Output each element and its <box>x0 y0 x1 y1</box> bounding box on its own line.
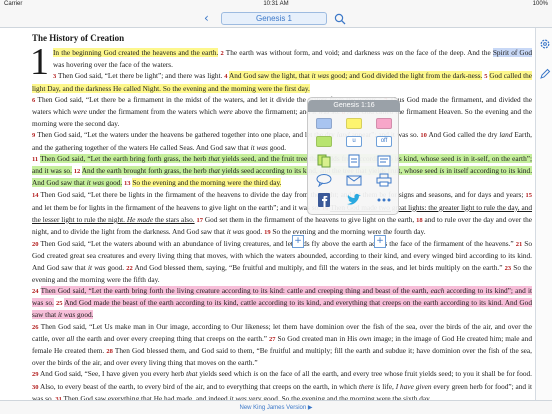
battery-label: 100% <box>532 1 548 7</box>
list-icon[interactable] <box>376 154 392 168</box>
verse-number: 26 <box>32 323 39 331</box>
verse-number: 28 <box>106 348 113 356</box>
copy-icon[interactable] <box>316 154 332 168</box>
verse-4[interactable]: And God saw the light, that it was good;… <box>228 71 483 81</box>
verse-13[interactable]: So the evening and the morning were the … <box>132 178 282 188</box>
chevron-left-icon[interactable]: ‹ <box>204 11 209 25</box>
verse-number: 2 <box>220 50 224 57</box>
speech-bubble-icon[interactable] <box>316 173 332 187</box>
verse-number: 20 <box>32 241 39 249</box>
verse-22[interactable]: And God blessed them, saying, “Be fruitf… <box>134 263 502 272</box>
verse-17[interactable]: God set them in the firmament of the hea… <box>205 215 414 224</box>
popup-title: Genesis 1:16 <box>308 100 400 112</box>
verse-14[interactable]: Then God said, “Let there be lights in t… <box>40 190 523 199</box>
verse-action-popup: Genesis 1:16 u off <box>307 97 400 215</box>
verse-15[interactable]: and let them be for lights in the firmam… <box>32 203 320 212</box>
more-icon[interactable] <box>376 193 392 207</box>
verse-number: 15 <box>525 192 533 200</box>
verse-1[interactable]: In the beginning God created the heavens… <box>53 48 219 57</box>
note-icon[interactable] <box>346 154 362 168</box>
highlight-pink-swatch[interactable] <box>376 118 392 129</box>
clock: 10:31 AM <box>263 1 289 7</box>
verse-number: 13 <box>124 180 131 188</box>
verse-number: 24 <box>32 288 39 296</box>
mail-icon[interactable] <box>346 173 362 187</box>
verse-12[interactable]: And the earth brought forth grass, the h… <box>32 166 533 188</box>
highlight-green-swatch[interactable] <box>316 136 332 147</box>
footer-bar: New King James Version ▶ <box>0 400 552 414</box>
verse-number: 12 <box>73 168 81 176</box>
verse-number: 6 <box>32 96 36 104</box>
verse-number: 30 <box>32 383 39 391</box>
verse-number: 3 <box>53 73 57 81</box>
side-toolbar <box>535 28 552 400</box>
highlight-off-button[interactable]: off <box>376 136 392 147</box>
highlight-blue: Spirit of God <box>492 48 533 57</box>
underline-button[interactable]: u <box>346 136 362 147</box>
verse-number: 11 <box>32 155 39 163</box>
selection-handle-left[interactable]: + <box>292 235 304 248</box>
chapter-text: The History of Creation 1 In the beginni… <box>30 33 533 405</box>
section-heading: The History of Creation <box>32 33 125 43</box>
print-icon[interactable] <box>376 173 392 187</box>
reference-button[interactable]: Genesis 1 <box>221 12 327 25</box>
selection-handle-right[interactable]: + <box>374 235 386 248</box>
verse-number: 27 <box>269 335 276 343</box>
verse-number: 14 <box>32 192 39 200</box>
highlight-yellow-swatch[interactable] <box>346 118 362 129</box>
facebook-icon[interactable] <box>316 193 332 207</box>
version-selector[interactable]: New King James Version ▶ <box>0 404 552 411</box>
twitter-icon[interactable] <box>346 193 362 207</box>
search-icon[interactable] <box>334 13 346 25</box>
verse-number: 25 <box>55 300 63 308</box>
verse-number: 17 <box>196 216 204 224</box>
verse-number: 9 <box>32 132 36 140</box>
verse-number: 23 <box>504 264 512 272</box>
verse-20[interactable]: Then God said, “Let the waters abound wi… <box>40 239 513 248</box>
verse-25[interactable]: And God made the beast of the earth acco… <box>32 298 532 320</box>
chapter-number: 1 <box>30 41 49 83</box>
verse-number: 4 <box>224 73 228 81</box>
verse-number: 29 <box>32 371 39 379</box>
verse-number: 21 <box>515 241 523 249</box>
verse-3[interactable]: Then God said, “Let there be light”; and… <box>58 71 222 80</box>
highlight-blue-swatch[interactable] <box>316 118 332 129</box>
navigation-bar: ‹ Genesis 1 <box>0 10 552 28</box>
verse-number: 5 <box>484 73 488 81</box>
verse-number: 19 <box>264 229 271 237</box>
verse-number: 22 <box>126 264 133 272</box>
verse-number: 10 <box>420 132 427 140</box>
verse-29[interactable]: And God said, “See, I have given you eve… <box>40 369 532 378</box>
pencil-icon[interactable] <box>539 68 551 80</box>
verse-number: 18 <box>416 216 423 224</box>
gear-icon[interactable] <box>539 38 551 50</box>
status-bar: Carrier 10:31 AM 100% <box>0 0 552 10</box>
